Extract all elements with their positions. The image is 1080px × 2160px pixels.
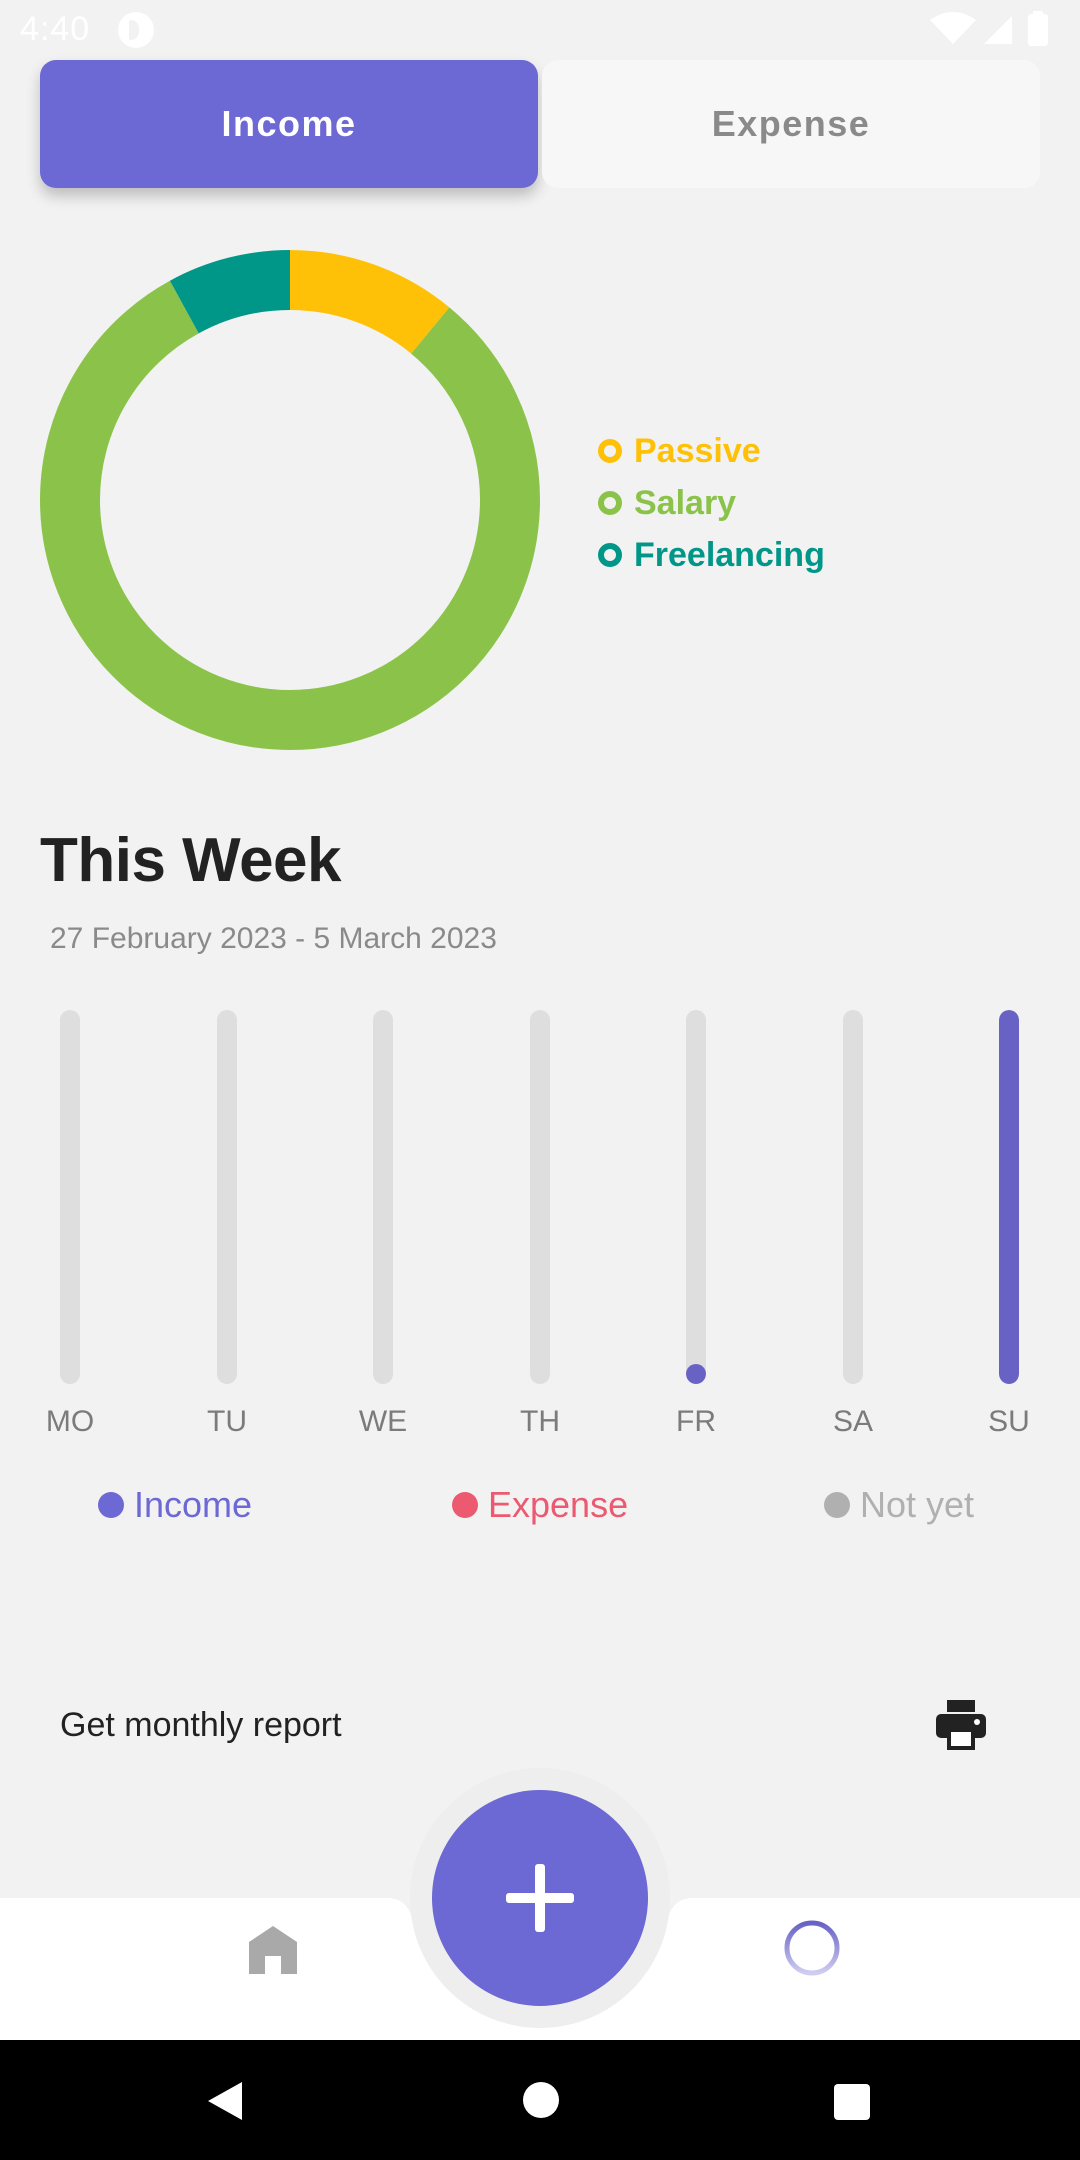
legend-label: Freelancing [634,535,825,574]
day-label: MO [45,1405,95,1438]
income-tab[interactable]: Income [40,60,538,188]
day-label: FR [676,1405,716,1438]
day-bar-mo[interactable]: MO [20,1010,120,1440]
expense-dot-icon [452,1492,478,1518]
status-time: 4:40 [20,10,91,48]
legend-label: Salary [634,483,737,522]
day-label: TU [207,1405,247,1438]
expense-tab[interactable]: Expense [542,60,1040,188]
bar-track [686,1010,706,1384]
bar-fill [686,1364,706,1384]
legend-item-freelancing: Freelancing [598,529,825,581]
day-bar-we[interactable]: WE [333,1010,433,1440]
legend-not-yet-label: Not yet [860,1484,975,1525]
battery-icon [1028,14,1048,46]
week-title: This Week [40,826,342,895]
bar-track [60,1010,80,1384]
monthly-report-link[interactable]: Get monthly report [60,1706,342,1745]
not-yet-dot-icon [824,1492,850,1518]
day-bar-th[interactable]: TH [490,1010,590,1440]
bar-fill [999,1010,1019,1384]
day-bar-tu[interactable]: TU [177,1010,277,1440]
printer-icon[interactable] [934,1698,988,1752]
donut-slice-salary [40,250,540,750]
bar-track [999,1010,1019,1384]
weekly-bar-chart: MO TU WE TH FR SA SU [0,1010,1080,1440]
pie-chart-icon [784,1920,840,1976]
wifi-icon [930,12,976,44]
legend-expense-label: Expense [488,1484,629,1525]
system-back-button[interactable] [204,2080,244,2122]
bar-track [373,1010,393,1384]
app-screen: 4:40 Income Expense Passive Salary Freelan… [0,0,1080,2160]
income-donut-chart [40,250,540,750]
income-dot-icon [98,1492,124,1518]
day-bar-sa[interactable]: SA [803,1010,903,1440]
status-indicators [922,10,1062,50]
expense-tab-label: Expense [711,103,871,144]
donut-legend: Passive Salary Freelancing [598,425,825,581]
system-recents-button[interactable] [834,2084,870,2120]
day-bar-su[interactable]: SU [959,1010,1059,1440]
app-notification-icon [118,12,154,48]
day-label: WE [358,1405,408,1438]
home-icon [249,1926,297,1974]
legend-item-salary: Salary [598,477,825,529]
legend-ring-icon [598,543,622,567]
status-bar: 4:40 [0,0,1080,60]
legend-expense: Expense [452,1484,628,1526]
bar-track [843,1010,863,1384]
legend-income-label: Income [134,1484,253,1525]
legend-ring-icon [598,491,622,515]
plus-icon [506,1864,574,1932]
day-label: SA [832,1405,874,1438]
legend-ring-icon [598,439,622,463]
nav-statistics-button[interactable] [782,1918,842,1978]
day-label: TH [520,1405,560,1438]
nav-home-button[interactable] [245,1922,301,1978]
legend-not-yet: Not yet [824,1484,974,1526]
signal-icon [984,16,1012,44]
system-home-button[interactable] [523,2082,559,2118]
bar-track [217,1010,237,1384]
legend-label: Passive [634,431,761,470]
legend-item-passive: Passive [598,425,825,477]
add-transaction-button[interactable] [432,1790,648,2006]
legend-income: Income [98,1484,252,1526]
week-date-range: 27 February 2023 - 5 March 2023 [50,922,497,955]
day-label: SU [988,1405,1030,1438]
income-tab-label: Income [221,103,357,144]
day-bar-fr[interactable]: FR [646,1010,746,1440]
bar-track [530,1010,550,1384]
